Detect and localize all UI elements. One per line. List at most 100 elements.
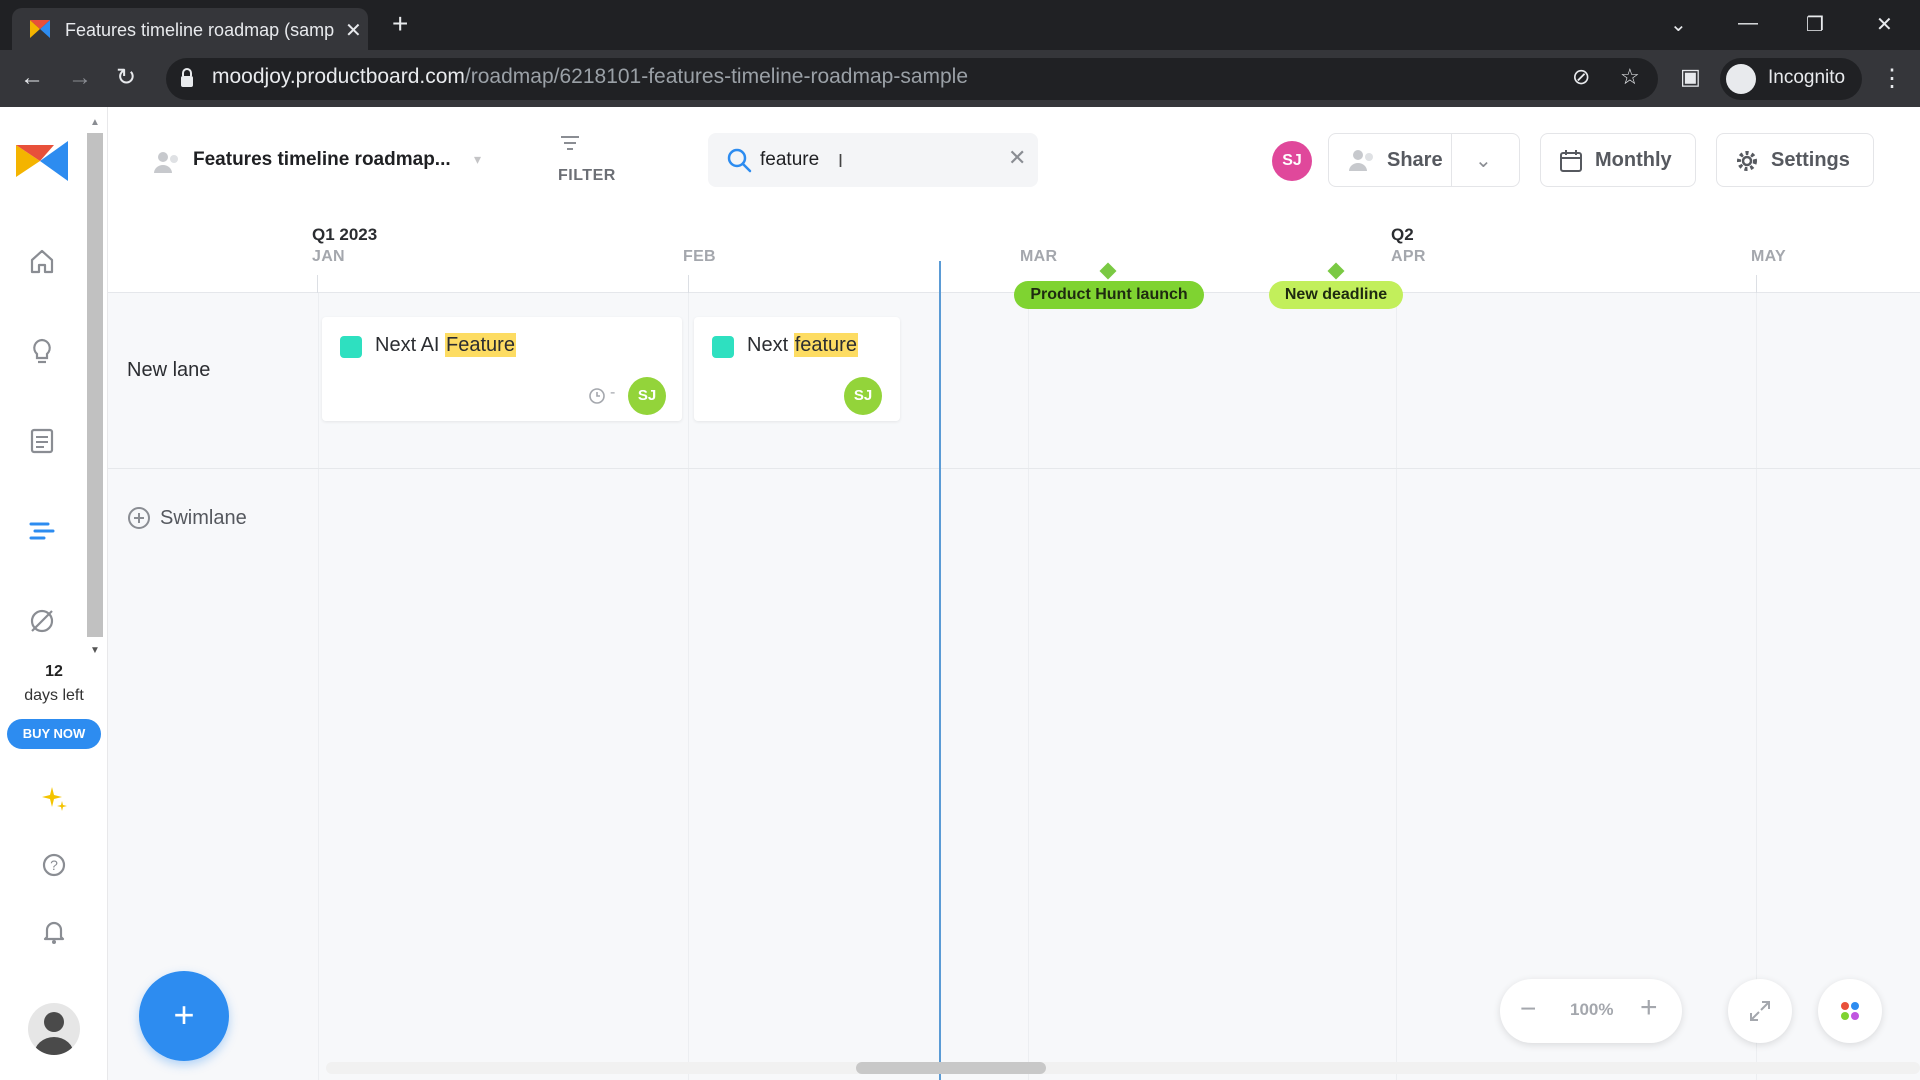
tab-title: Features timeline roadmap (samp bbox=[65, 20, 335, 40]
forward-arrow-icon[interactable]: → bbox=[68, 64, 92, 92]
apps-button[interactable] bbox=[1818, 979, 1882, 1043]
scroll-down-icon[interactable]: ▼ bbox=[90, 645, 100, 656]
feature-title-text: Next AI bbox=[375, 334, 446, 356]
search-match-highlight: feature bbox=[793, 333, 858, 357]
url-text[interactable]: moodjoy.productboard.com/roadmap/6218101… bbox=[212, 65, 968, 89]
current-user-avatar[interactable]: SJ bbox=[1272, 141, 1312, 181]
eye-off-icon[interactable]: ⊘ bbox=[1572, 64, 1590, 90]
trial-days-count: 12 bbox=[45, 663, 63, 680]
zoom-level: 100% bbox=[1570, 1000, 1614, 1019]
clock-icon bbox=[589, 388, 605, 404]
share-button[interactable]: Share ⌄ bbox=[1328, 133, 1520, 187]
today-marker-line bbox=[939, 261, 941, 1080]
incognito-label: Incognito bbox=[1768, 67, 1846, 88]
notifications-bell-icon[interactable] bbox=[38, 915, 70, 947]
search-icon bbox=[727, 148, 752, 173]
search-input[interactable] bbox=[760, 143, 960, 177]
productboard-logo-icon[interactable] bbox=[14, 139, 70, 183]
apps-grid-icon bbox=[1841, 1002, 1859, 1020]
new-tab-button[interactable]: + bbox=[392, 10, 408, 38]
add-circle-icon bbox=[128, 507, 150, 529]
feature-owner-avatar[interactable]: SJ bbox=[844, 377, 882, 415]
search-match-highlight: Feature bbox=[445, 333, 516, 357]
help-icon[interactable]: ? bbox=[38, 849, 70, 881]
lane-column bbox=[108, 293, 318, 1080]
month-tick bbox=[688, 275, 689, 293]
settings-label: Settings bbox=[1771, 149, 1850, 171]
month-label: APR bbox=[1391, 248, 1426, 265]
roadmap-owner-icon bbox=[154, 152, 178, 173]
feature-card[interactable]: Next feature SJ bbox=[694, 317, 900, 421]
zoom-control: − 100% + bbox=[1500, 979, 1682, 1043]
minimize-window-icon[interactable]: — bbox=[1738, 12, 1758, 35]
sidebar-scroll-thumb[interactable] bbox=[87, 133, 103, 637]
monthly-view-button[interactable]: Monthly bbox=[1540, 133, 1696, 187]
url-host: moodjoy.productboard.com bbox=[212, 65, 465, 88]
timeline-horizontal-scrollbar[interactable] bbox=[326, 1062, 1920, 1074]
roadmap-toolbar: Features timeline roadmap... ▾ FILTER I … bbox=[108, 107, 1920, 213]
incognito-icon bbox=[1726, 64, 1756, 94]
scroll-up-icon[interactable]: ▲ bbox=[90, 117, 100, 128]
user-silhouette-icon bbox=[34, 1012, 74, 1055]
lane-name[interactable]: New lane bbox=[127, 359, 210, 382]
month-tick bbox=[317, 275, 318, 293]
timeline-scroll-thumb[interactable] bbox=[856, 1062, 1046, 1074]
grid-line bbox=[1756, 293, 1757, 1080]
feature-date-placeholder: - bbox=[610, 384, 616, 401]
user-avatar[interactable] bbox=[28, 1003, 80, 1055]
gear-icon bbox=[1737, 151, 1757, 171]
productboard-favicon-icon bbox=[30, 20, 50, 38]
clear-search-icon[interactable]: ✕ bbox=[1008, 145, 1026, 171]
home-icon[interactable] bbox=[26, 245, 58, 277]
back-arrow-icon[interactable]: ← bbox=[20, 64, 44, 92]
feature-status-swatch bbox=[712, 336, 734, 358]
reload-icon[interactable]: ↻ bbox=[116, 64, 136, 92]
browser-tab-bar: Features timeline roadmap (samp ✕ + ⌄ — … bbox=[0, 0, 1920, 50]
side-panel-icon[interactable]: ▣ bbox=[1680, 64, 1701, 90]
zoom-in-button[interactable]: + bbox=[1640, 991, 1658, 1025]
grid-line bbox=[1028, 293, 1029, 1080]
browser-menu-icon[interactable]: ⋮ bbox=[1880, 64, 1904, 93]
milestone-label[interactable]: New deadline bbox=[1269, 281, 1403, 309]
filter-icon[interactable] bbox=[559, 133, 581, 153]
grid-line bbox=[318, 293, 319, 1080]
browser-tab[interactable]: Features timeline roadmap (samp ✕ bbox=[12, 8, 368, 50]
features-board-icon[interactable] bbox=[26, 425, 58, 457]
left-navigation: ▲ ▼ 12 days left BUY NOW ? bbox=[0, 107, 108, 1080]
month-tick bbox=[1756, 275, 1757, 293]
sparkle-icon[interactable] bbox=[38, 783, 70, 815]
filter-button-label[interactable]: FILTER bbox=[558, 167, 616, 185]
tab-search-chevron-icon[interactable]: ⌄ bbox=[1670, 12, 1687, 37]
feature-card-title: Next feature bbox=[747, 333, 858, 357]
quarter-label: Q2 bbox=[1391, 225, 1414, 244]
bookmark-star-icon[interactable]: ☆ bbox=[1620, 64, 1640, 90]
timeline-header: Q1 2023 Q2 JAN FEB MAR APR MAY bbox=[108, 213, 1920, 293]
feature-title-text: Next bbox=[747, 334, 794, 356]
tab-close-icon[interactable]: ✕ bbox=[345, 18, 362, 43]
zoom-out-button[interactable]: − bbox=[1520, 993, 1536, 1025]
expand-icon bbox=[1750, 1001, 1770, 1021]
feature-owner-avatar[interactable]: SJ bbox=[628, 377, 666, 415]
restore-window-icon[interactable]: ❐ bbox=[1806, 12, 1824, 37]
add-swimlane-label: Swimlane bbox=[160, 507, 247, 529]
feature-card[interactable]: Next AI Feature - SJ bbox=[322, 317, 682, 421]
roadmap-icon[interactable] bbox=[26, 515, 58, 547]
portal-icon[interactable] bbox=[26, 605, 58, 637]
calendar-icon bbox=[1560, 150, 1582, 172]
buy-now-button[interactable]: BUY NOW bbox=[7, 719, 101, 749]
settings-button[interactable]: Settings bbox=[1716, 133, 1874, 187]
roadmap-title[interactable]: Features timeline roadmap... bbox=[193, 149, 451, 171]
close-window-icon[interactable]: ✕ bbox=[1876, 12, 1893, 37]
share-options-chevron-icon[interactable]: ⌄ bbox=[1475, 148, 1492, 173]
milestone-label[interactable]: Product Hunt launch bbox=[1014, 281, 1204, 309]
add-swimlane-button[interactable]: Swimlane bbox=[127, 505, 287, 535]
fullscreen-button[interactable] bbox=[1728, 979, 1792, 1043]
lane-separator bbox=[108, 468, 1920, 469]
create-item-button[interactable]: + bbox=[139, 971, 229, 1061]
insights-lightbulb-icon[interactable] bbox=[26, 335, 58, 367]
month-label: MAY bbox=[1751, 248, 1786, 265]
roadmap-dropdown-caret-icon[interactable]: ▾ bbox=[474, 151, 481, 168]
trial-days-label: days left bbox=[24, 687, 84, 704]
grid-line bbox=[688, 293, 689, 1080]
feature-card-title: Next AI Feature bbox=[375, 333, 516, 357]
